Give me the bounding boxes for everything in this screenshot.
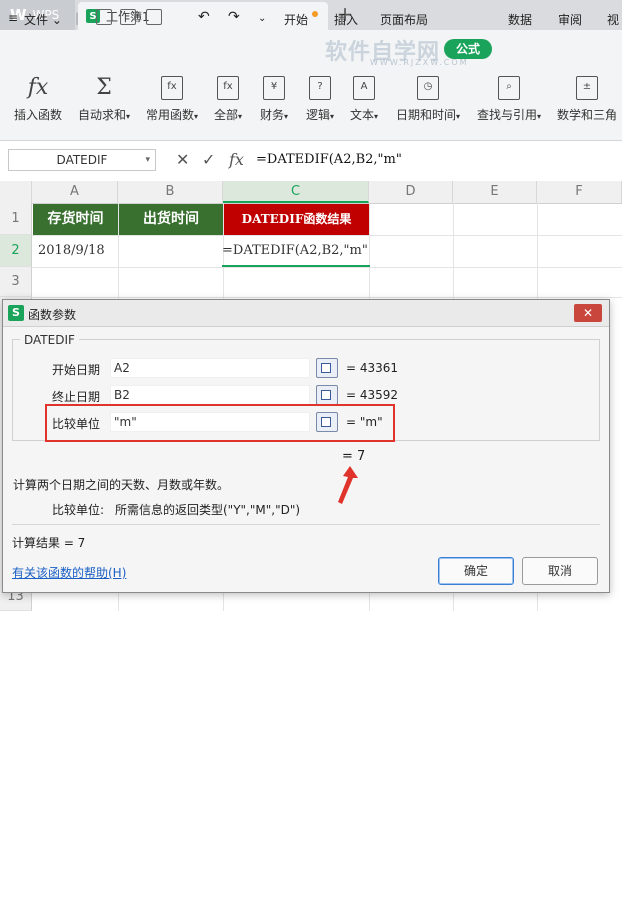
name-box[interactable]: DATEDIF ▾: [8, 149, 156, 171]
param-input-end-date[interactable]: B2: [110, 385, 310, 405]
close-button[interactable]: ✕: [574, 304, 602, 322]
tab-review[interactable]: 审阅: [558, 11, 582, 28]
watermark-url: WWW.RJZXW.COM: [370, 58, 469, 67]
chevron-down-icon[interactable]: ▾: [145, 150, 150, 170]
param-result-end-date: = 43592: [346, 388, 399, 402]
column-header-a[interactable]: A: [32, 181, 118, 203]
formula-input[interactable]: =DATEDIF(A2,B2,"m": [256, 149, 622, 171]
lookup-reference-functions-button[interactable]: ⌕ 查找与引用▾: [472, 76, 546, 123]
function-name: DATEDIF: [20, 333, 79, 347]
text-book-icon: A: [353, 76, 375, 100]
row-header-2[interactable]: 2: [0, 235, 32, 267]
confirm-formula-icon[interactable]: ✓: [202, 150, 215, 169]
dialog-title: 函数参数: [28, 308, 77, 322]
quick-access-dropdown-icon[interactable]: ⌄: [258, 13, 266, 24]
common-functions-button[interactable]: fx 常用函数▾: [142, 76, 202, 123]
tab-data[interactable]: 数据: [508, 11, 532, 28]
row-header-1[interactable]: 1: [0, 203, 32, 235]
unsaved-dot-icon: [312, 11, 318, 17]
tab-insert[interactable]: 插入: [334, 11, 358, 28]
param-input-start-date[interactable]: A2: [110, 358, 310, 378]
menu-file[interactable]: 文件 ⌄: [24, 11, 62, 28]
ribbon-label: 逻辑: [305, 108, 330, 122]
logical-functions-button[interactable]: ? 逻辑▾: [302, 76, 338, 123]
column-header-e[interactable]: E: [453, 181, 537, 203]
param-result-start-date: = 43361: [346, 361, 399, 375]
tab-formula[interactable]: 公式: [444, 39, 492, 59]
column-header-c[interactable]: C: [223, 181, 369, 203]
sigma-icon: Σ: [96, 75, 112, 100]
select-all-corner[interactable]: [0, 181, 32, 203]
cell-a1[interactable]: 存货时间: [33, 204, 118, 235]
formula-result-inline: = 7: [342, 449, 366, 464]
param-label-end-date: 终止日期: [52, 390, 101, 404]
search-book-icon: ⌕: [498, 76, 520, 100]
ribbon-label: 全部: [213, 108, 238, 122]
save-icon[interactable]: [96, 9, 112, 25]
param-label-start-date: 开始日期: [52, 363, 101, 377]
grid-line: [32, 297, 622, 298]
menu-separator: |: [75, 11, 80, 25]
red-arrow-icon: [338, 466, 358, 504]
name-box-value: DATEDIF: [56, 153, 108, 167]
column-header-d[interactable]: D: [369, 181, 453, 203]
cell-c1[interactable]: DATEDIF函数结果: [224, 204, 369, 235]
all-functions-button[interactable]: fx 全部▾: [210, 76, 246, 123]
undo-icon[interactable]: ↶: [198, 9, 210, 25]
column-header-f[interactable]: F: [537, 181, 622, 203]
ribbon-label: 文本: [349, 108, 374, 122]
param-hint-text: 所需信息的返回类型("Y","M","D"): [115, 503, 301, 517]
cell-b2[interactable]: [119, 236, 223, 267]
grid-line: [32, 267, 622, 268]
highlight-box: [45, 404, 395, 442]
ribbon-label: 日期和时间: [395, 108, 456, 122]
ribbon-label: 插入函数: [13, 108, 62, 122]
function-description: 计算两个日期之间的天数、月数或年数。: [13, 478, 230, 492]
yen-book-icon: ¥: [263, 76, 285, 100]
hamburger-icon[interactable]: ≡: [8, 11, 18, 25]
ribbon-label: 常用函数: [145, 108, 194, 122]
tab-page-layout[interactable]: 页面布局: [380, 11, 428, 28]
divider: [12, 524, 600, 525]
ok-button[interactable]: 确定: [438, 557, 514, 585]
cancel-button[interactable]: 取消: [522, 557, 598, 585]
ribbon-label: 财务: [259, 108, 284, 122]
cell-b1[interactable]: 出货时间: [119, 204, 223, 235]
text-functions-button[interactable]: A 文本▾: [346, 76, 382, 123]
menu-file-label: 文件: [24, 13, 49, 27]
calculation-result: 计算结果 = 7: [12, 536, 86, 550]
date-time-functions-button[interactable]: ◷ 日期和时间▾: [392, 76, 464, 123]
param-hint-label: 比较单位:: [52, 503, 105, 517]
cancel-formula-icon[interactable]: ✕: [176, 150, 189, 169]
insert-function-button[interactable]: fx 插入函数: [10, 76, 66, 123]
ribbon-label: 查找与引用: [476, 108, 537, 122]
column-header-b[interactable]: B: [118, 181, 223, 203]
tab-view[interactable]: 视: [607, 11, 619, 28]
logic-book-icon: ?: [309, 76, 331, 100]
cell-a2[interactable]: 2018/9/18: [38, 236, 118, 267]
fx-icon: fx: [27, 75, 49, 100]
clock-book-icon: ◷: [417, 76, 439, 100]
ribbon-label: 自动求和: [77, 108, 126, 122]
math-trig-functions-button[interactable]: ± 数学和三角: [552, 76, 622, 123]
wps-spreadsheet-icon: S: [8, 305, 24, 321]
range-select-icon[interactable]: [316, 385, 338, 405]
range-select-icon[interactable]: [316, 358, 338, 378]
autosum-button[interactable]: Σ 自动求和▾: [74, 76, 134, 123]
fx-icon[interactable]: fx: [229, 150, 244, 169]
menu-bar: [0, 30, 622, 68]
financial-functions-button[interactable]: ¥ 财务▾: [256, 76, 292, 123]
math-book-icon: ±: [576, 76, 598, 100]
row-header-3[interactable]: 3: [0, 267, 32, 297]
ribbon-label: 数学和三角: [556, 108, 617, 122]
print-icon[interactable]: [146, 9, 162, 25]
dialog-title-bar[interactable]: [3, 300, 609, 327]
fx-star-icon: fx: [161, 76, 183, 100]
cell-c2-active[interactable]: =DATEDIF(A2,B2,"m": [222, 236, 370, 267]
tab-home[interactable]: 开始: [284, 11, 308, 28]
help-link[interactable]: 有关该函数的帮助(H): [12, 564, 126, 581]
print-preview-icon[interactable]: [120, 9, 136, 25]
redo-icon[interactable]: ↷: [228, 9, 240, 25]
fx-book-icon: fx: [217, 76, 239, 100]
